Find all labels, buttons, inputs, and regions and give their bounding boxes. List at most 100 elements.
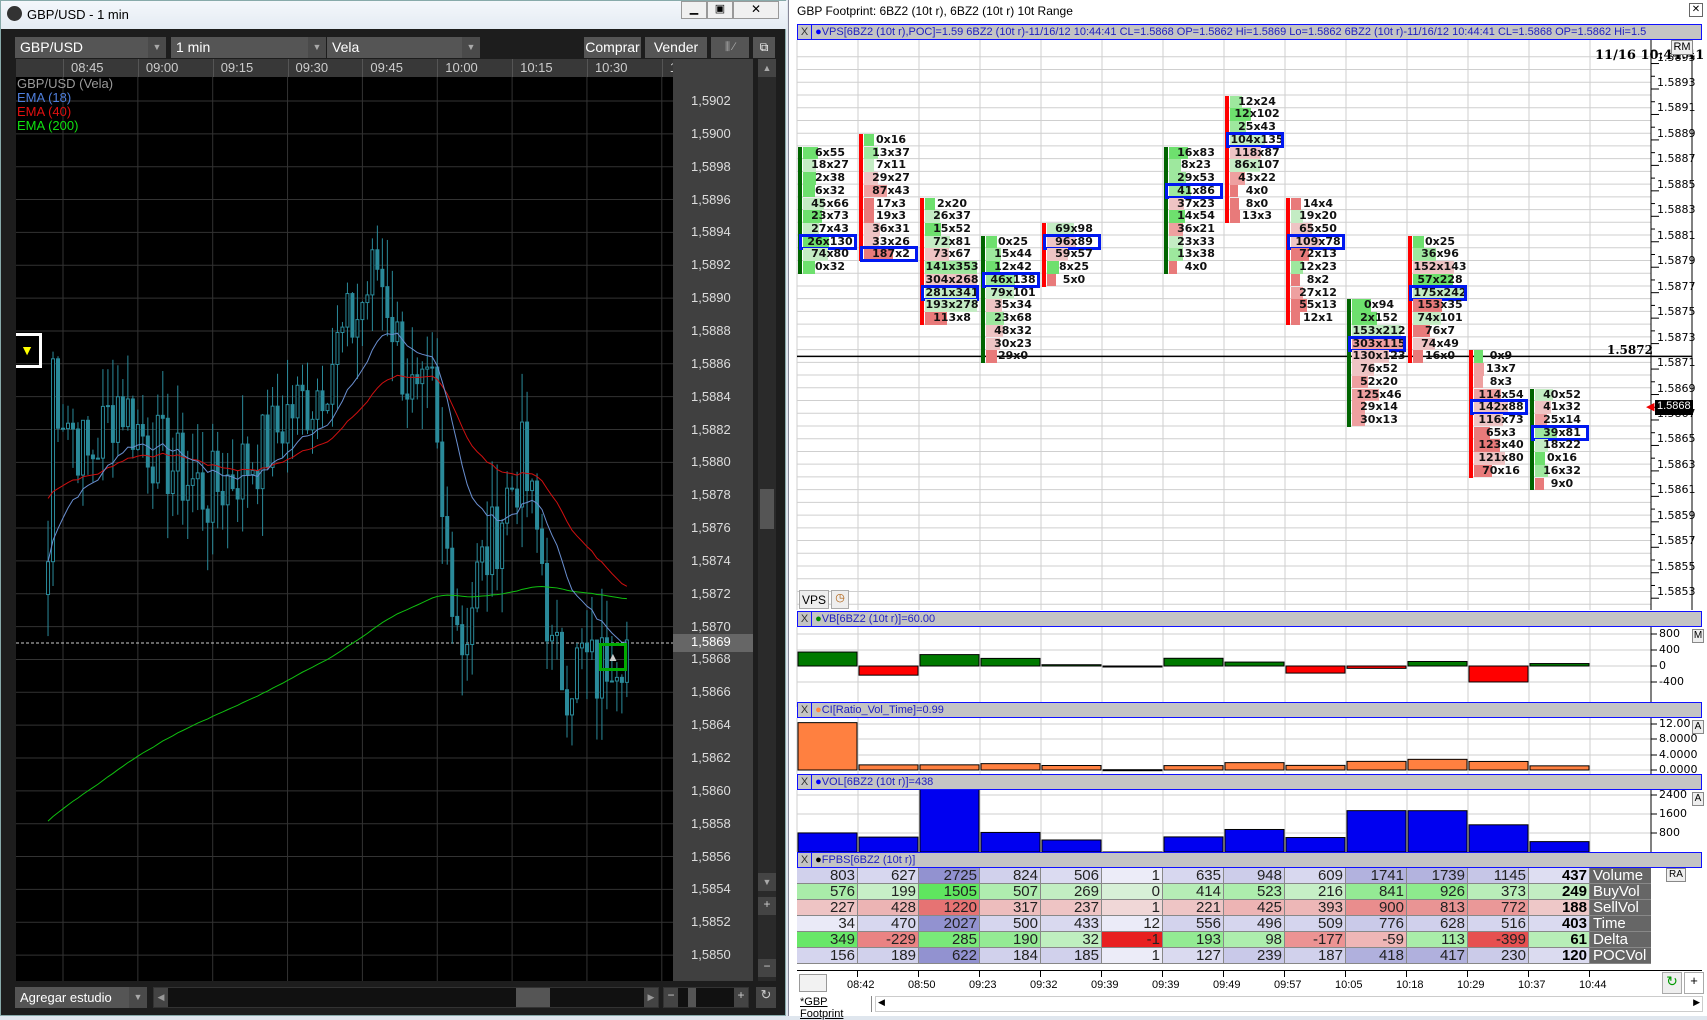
close-pane-icon[interactable]: X: [798, 25, 812, 39]
footprint-cell: 74x80: [803, 248, 857, 260]
footprint-cell: 121x80: [1474, 452, 1528, 464]
scroll-left-icon[interactable]: ◀: [154, 988, 168, 1007]
buy-signal-marker-icon[interactable]: ▲: [599, 643, 627, 671]
candle-body: [561, 632, 564, 689]
close-pane-icon[interactable]: X: [798, 775, 812, 789]
scroll-right-icon[interactable]: ▶: [1693, 997, 1700, 1008]
refresh-icon[interactable]: ↻: [1662, 972, 1682, 994]
footprint-cell: 26x37: [925, 210, 979, 222]
fpbs-row-sellvol: 22742812203172371221425393900813772188Se…: [797, 900, 1702, 916]
candlestick-plot[interactable]: GBP/USD (Vela) EMA (18) EMA (40) EMA (20…: [16, 77, 673, 981]
footprint-cell: 152x143: [1413, 261, 1467, 273]
add-study-select[interactable]: Agregar estudio▼: [15, 987, 147, 1008]
candle-body: [590, 640, 593, 652]
fpbs-cell: 32: [1041, 932, 1102, 948]
minimize-button[interactable]: ▁: [681, 1, 707, 19]
zoom-in-icon[interactable]: +: [758, 897, 776, 915]
fpbs-cell: 635: [1163, 868, 1224, 884]
app-logo-icon: [7, 6, 22, 21]
fpbs-cell: 285: [919, 932, 980, 948]
fpbs-cell: 507: [980, 884, 1041, 900]
candle-body: [191, 479, 194, 486]
candle-body: [516, 489, 519, 507]
maximize-button[interactable]: ▣: [707, 1, 733, 19]
chevron-down-icon: ▼: [129, 987, 147, 1008]
ema-200-line: [48, 586, 627, 821]
scale-mode-button[interactable]: M: [1692, 629, 1704, 643]
candle-body: [126, 399, 129, 427]
footprint-candle-bar: [859, 134, 863, 261]
ra-button[interactable]: RA: [1666, 868, 1686, 882]
zoom-out-icon[interactable]: −: [664, 988, 678, 1007]
fpbs-cell: 576: [797, 884, 858, 900]
vps-button[interactable]: VPS: [799, 590, 829, 609]
zoom-thumb[interactable]: [688, 988, 696, 1007]
footprint-cell: 40x52: [1535, 389, 1589, 401]
close-button[interactable]: ✕: [1689, 3, 1703, 17]
footprint-cell: 43x22: [1230, 172, 1284, 184]
candle-body: [371, 250, 374, 295]
zoom-slider[interactable]: − +: [663, 987, 749, 1008]
interval-select[interactable]: 1 min▼: [171, 37, 326, 58]
clock-icon[interactable]: ◷: [831, 590, 849, 609]
time-tick: [138, 59, 139, 77]
sell-signal-marker-icon[interactable]: ▼: [16, 333, 42, 368]
fpbs-cell: 221: [1163, 900, 1224, 916]
symbol-select[interactable]: GBP/USD▼: [15, 37, 166, 58]
fpbs-cell: 803: [797, 868, 858, 884]
zoom-in-icon[interactable]: +: [734, 988, 748, 1007]
scroll-thumb[interactable]: [760, 489, 774, 529]
sell-button[interactable]: Vender: [645, 37, 707, 58]
fpbs-row-label: BuyVol: [1590, 884, 1651, 900]
candle-body: [211, 451, 214, 522]
ci-bar: [1225, 763, 1284, 770]
scroll-thumb[interactable]: [516, 988, 550, 1007]
scroll-up-icon[interactable]: ▲: [758, 59, 776, 77]
candle-body: [216, 451, 219, 491]
horizontal-scrollbar[interactable]: ◀ ▶: [875, 996, 1703, 1012]
time-label: 09:49: [1213, 979, 1241, 991]
drawing-tools-button[interactable]: ⫼ ∕: [711, 37, 749, 58]
fpbs-cell: 187: [1285, 948, 1346, 964]
candle-body: [221, 491, 224, 504]
candle-body: [301, 385, 304, 390]
time-label: 09:00: [146, 60, 179, 75]
scroll-down-icon[interactable]: ▼: [758, 873, 776, 891]
candle-body: [171, 471, 174, 493]
close-pane-icon[interactable]: X: [798, 612, 812, 626]
scroll-right-icon[interactable]: ▶: [644, 988, 658, 1007]
add-icon[interactable]: +: [1684, 972, 1704, 994]
buy-button[interactable]: Comprar: [584, 37, 641, 58]
candle-body: [595, 640, 598, 698]
footprint-cell: 0x25: [1413, 236, 1467, 248]
vol-svg: [789, 790, 1707, 852]
candle-body: [241, 444, 244, 499]
close-pane-icon[interactable]: X: [798, 703, 812, 717]
chart-type-select[interactable]: Vela▼: [327, 37, 480, 58]
close-button[interactable]: ✕: [733, 1, 779, 19]
rm-button[interactable]: RM: [1671, 40, 1693, 55]
footprint-cell: 9x0: [1535, 478, 1589, 490]
scroll-left-icon[interactable]: ◀: [878, 997, 885, 1008]
footprint-chart[interactable]: 1.58951.58931.58911.58891.58871.58851.58…: [789, 40, 1707, 610]
footprint-cell: 13x7: [1474, 363, 1528, 375]
vertical-scrollbar[interactable]: ▲ ▼ + −: [758, 59, 776, 981]
candle-body: [111, 406, 114, 443]
scale-mode-button[interactable]: A: [1692, 792, 1704, 806]
price-label: 1,5866: [691, 684, 731, 699]
price-label: 1,5896: [691, 192, 731, 207]
fpbs-cell: 193: [1163, 932, 1224, 948]
detach-window-icon[interactable]: ⧉: [753, 37, 775, 58]
price-label: 1.5893: [1657, 76, 1696, 89]
reset-icon[interactable]: ↻: [756, 987, 776, 1008]
footprint-cell: 8x0: [1230, 198, 1284, 210]
fpbs-row-label: POCVol: [1590, 948, 1651, 964]
scale-mode-button[interactable]: A: [1692, 720, 1704, 734]
legend-series-main: GBP/USD (Vela): [17, 77, 113, 91]
fpbs-header-text: FPBS[6BZ2 (10t r)]: [822, 854, 916, 866]
candle-body: [496, 507, 499, 569]
horizontal-scrollbar[interactable]: ◀ ▶: [153, 987, 659, 1008]
zoom-out-icon[interactable]: −: [758, 959, 776, 977]
close-pane-icon[interactable]: X: [798, 853, 812, 867]
tab-gbp-footprint[interactable]: *GBP Footprint: [797, 996, 872, 1012]
